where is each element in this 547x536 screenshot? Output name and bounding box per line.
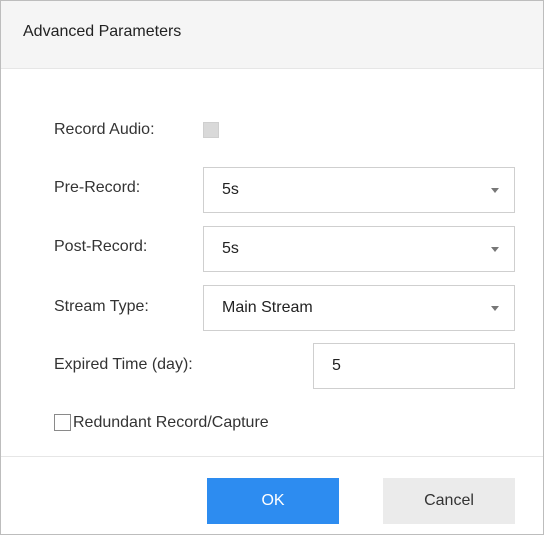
- chevron-down-icon: [491, 188, 499, 193]
- dialog-title: Advanced Parameters: [23, 23, 182, 40]
- footer-divider: [1, 456, 543, 457]
- stream-type-label: Stream Type:: [54, 298, 149, 315]
- pre-record-value: 5s: [222, 181, 239, 198]
- chevron-down-icon: [491, 247, 499, 252]
- pre-record-select[interactable]: 5s: [203, 167, 515, 213]
- expired-time-input[interactable]: 5: [313, 343, 515, 389]
- dialog-header: Advanced Parameters: [1, 1, 543, 69]
- ok-button[interactable]: OK: [207, 478, 339, 524]
- redundant-record-label: Redundant Record/Capture: [73, 414, 269, 431]
- stream-type-value: Main Stream: [222, 299, 313, 316]
- post-record-select[interactable]: 5s: [203, 226, 515, 272]
- expired-time-label: Expired Time (day):: [54, 356, 193, 373]
- stream-type-select[interactable]: Main Stream: [203, 285, 515, 331]
- record-audio-checkbox[interactable]: [203, 122, 219, 138]
- post-record-value: 5s: [222, 240, 239, 257]
- advanced-parameters-dialog: Advanced Parameters Record Audio: Pre-Re…: [0, 0, 544, 535]
- record-audio-label: Record Audio:: [54, 121, 155, 138]
- cancel-button[interactable]: Cancel: [383, 478, 515, 524]
- post-record-label: Post-Record:: [54, 238, 148, 255]
- redundant-record-checkbox[interactable]: [54, 414, 71, 431]
- expired-time-value: 5: [332, 357, 341, 374]
- pre-record-label: Pre-Record:: [54, 179, 141, 196]
- chevron-down-icon: [491, 306, 499, 311]
